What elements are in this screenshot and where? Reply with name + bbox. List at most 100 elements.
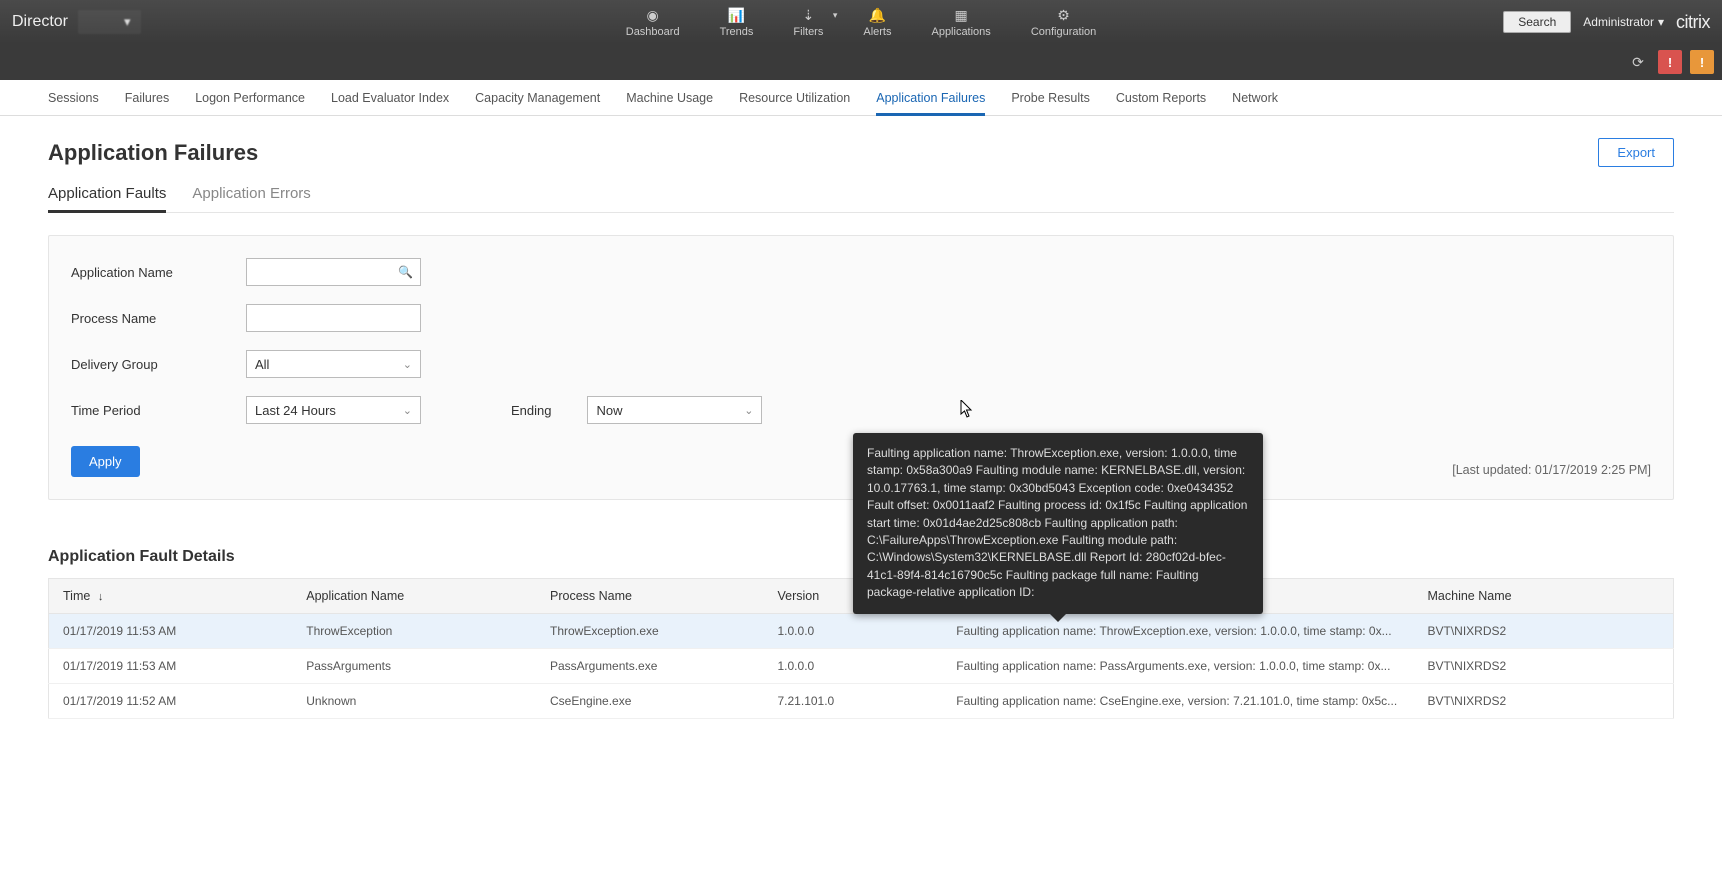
filter-icon: ⇣ [803,7,815,24]
cell-proc: CseEngine.exe [536,684,764,719]
cell-proc: ThrowException.exe [536,614,764,649]
nav-filters[interactable]: ⇣ Filters [787,0,829,44]
search-button[interactable]: Search [1503,11,1571,33]
tab-application-failures[interactable]: Application Failures [876,80,985,115]
application-name-input[interactable] [246,258,421,286]
nav-label: Filters [793,26,823,38]
select-value: Last 24 Hours [255,403,336,418]
table-row[interactable]: 01/17/2019 11:53 AM ThrowException Throw… [49,614,1674,649]
tab-custom-reports[interactable]: Custom Reports [1116,80,1206,115]
cell-time: 01/17/2019 11:53 AM [49,649,293,684]
nav-label: Applications [931,26,990,38]
topbar: Director ▾ ◉ Dashboard 📊 Trends ⇣ Filter… [0,0,1722,44]
subtab-application-errors[interactable]: Application Errors [192,185,310,212]
bell-icon: 🔔 [869,7,886,24]
subtabs: Application Faults Application Errors [48,185,1674,213]
table-row[interactable]: 01/17/2019 11:53 AM PassArguments PassAr… [49,649,1674,684]
nav-label: Configuration [1031,26,1096,38]
refresh-button[interactable]: ⟳ [1626,50,1650,74]
tab-probe-results[interactable]: Probe Results [1011,80,1090,115]
nav-trends[interactable]: 📊 Trends [714,0,760,44]
nav-applications[interactable]: ▦ Applications [925,0,996,44]
tab-logon-performance[interactable]: Logon Performance [195,80,305,115]
col-proc-header[interactable]: Process Name [536,579,764,614]
last-updated-text: [Last updated: 01/17/2019 2:25 PM] [1452,463,1651,477]
col-time-header[interactable]: Time ↓ [49,579,293,614]
gauge-icon: ◉ [647,7,659,24]
chevron-down-icon: ⌄ [744,404,753,417]
chevron-down-icon: ⌄ [403,404,412,417]
chevron-down-icon: ⌄ [403,358,412,371]
cell-app: Unknown [292,684,536,719]
cell-proc: PassArguments.exe [536,649,764,684]
cell-mach: BVT\NIXRDS2 [1414,649,1674,684]
header-label: Time [63,589,90,603]
cell-mach: BVT\NIXRDS2 [1414,684,1674,719]
nav-label: Alerts [863,26,891,38]
time-period-label: Time Period [71,403,226,418]
cell-ver: 7.21.101.0 [764,684,943,719]
page-content: Application Failures Export Application … [0,116,1722,741]
chevron-down-icon: ▾ [1658,15,1664,29]
chart-icon: 📊 [728,7,745,24]
cell-desc: Faulting application name: CseEngine.exe… [942,684,1413,719]
col-app-header[interactable]: Application Name [292,579,536,614]
refresh-icon: ⟳ [1632,54,1644,71]
nav-alerts[interactable]: 🔔 Alerts [857,0,897,44]
tab-capacity-management[interactable]: Capacity Management [475,80,600,115]
subtab-application-faults[interactable]: Application Faults [48,185,166,212]
topnav: ◉ Dashboard 📊 Trends ⇣ Filters 🔔 Alerts … [620,0,1103,44]
nav-dashboard[interactable]: ◉ Dashboard [620,0,686,44]
page-header: Application Failures Export [48,138,1674,167]
tab-machine-usage[interactable]: Machine Usage [626,80,713,115]
tooltip-text: Faulting application name: ThrowExceptio… [867,446,1247,599]
col-machine-header[interactable]: Machine Name [1414,579,1674,614]
tab-network[interactable]: Network [1232,80,1278,115]
select-value: All [255,357,269,372]
subbar: ⟳ ! ! [0,44,1722,80]
gear-icon: ⚙ [1057,7,1070,24]
cell-app: ThrowException [292,614,536,649]
ending-label: Ending [511,403,551,418]
process-name-input[interactable] [246,304,421,332]
admin-label: Administrator [1583,15,1654,29]
tab-sessions[interactable]: Sessions [48,80,99,115]
alert-critical-button[interactable]: ! [1658,50,1682,74]
delivery-group-select[interactable]: All ⌄ [246,350,421,378]
apply-button[interactable]: Apply [71,446,140,477]
tab-failures[interactable]: Failures [125,80,169,115]
exclamation-icon: ! [1668,55,1672,70]
cell-desc: Faulting application name: ThrowExceptio… [942,614,1413,649]
apps-icon: ▦ [955,7,968,24]
tab-load-evaluator-index[interactable]: Load Evaluator Index [331,80,449,115]
nav-configuration[interactable]: ⚙ Configuration [1025,0,1102,44]
tab-resource-utilization[interactable]: Resource Utilization [739,80,850,115]
site-dropdown[interactable]: ▾ [78,10,141,34]
topbar-left: Director ▾ [12,10,141,34]
alert-warning-button[interactable]: ! [1690,50,1714,74]
delivery-group-label: Delivery Group [71,357,226,372]
cell-time: 01/17/2019 11:53 AM [49,614,293,649]
cell-ver: 1.0.0.0 [764,649,943,684]
nav-label: Trends [720,26,754,38]
export-button[interactable]: Export [1598,138,1674,167]
application-name-label: Application Name [71,265,226,280]
admin-dropdown[interactable]: Administrator ▾ [1583,15,1664,29]
ending-select[interactable]: Now ⌄ [587,396,762,424]
description-tooltip: Faulting application name: ThrowExceptio… [853,433,1263,614]
time-period-select[interactable]: Last 24 Hours ⌄ [246,396,421,424]
cell-app: PassArguments [292,649,536,684]
sort-down-icon: ↓ [98,591,104,603]
page-title: Application Failures [48,140,258,166]
process-name-label: Process Name [71,311,226,326]
cell-mach: BVT\NIXRDS2 [1414,614,1674,649]
cell-time: 01/17/2019 11:52 AM [49,684,293,719]
nav-label: Dashboard [626,26,680,38]
cell-ver: 1.0.0.0 [764,614,943,649]
table-row[interactable]: 01/17/2019 11:52 AM Unknown CseEngine.ex… [49,684,1674,719]
citrix-logo: citrix [1676,12,1710,33]
topbar-right: Search Administrator ▾ citrix [1503,11,1710,33]
tabbar: Sessions Failures Logon Performance Load… [0,80,1722,116]
exclamation-icon: ! [1700,55,1704,70]
app-title: Director [12,13,68,31]
